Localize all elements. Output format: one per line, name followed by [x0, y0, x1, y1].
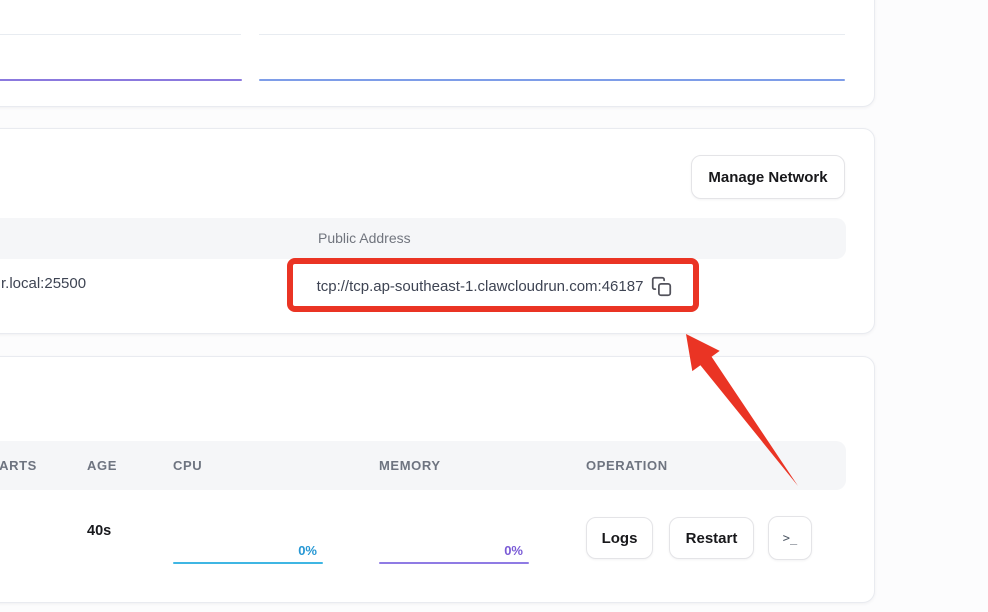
manage-network-button[interactable]: Manage Network	[691, 155, 845, 199]
chart-gridline	[0, 34, 241, 35]
terminal-button[interactable]: >_	[768, 516, 812, 560]
pod-age-value: 40s	[87, 523, 111, 539]
cpu-percent-label: 0%	[173, 543, 323, 559]
public-address-column-header: Public Address	[318, 218, 411, 259]
chart-gridline	[259, 34, 845, 35]
cpu-usage-gauge: 0%	[173, 543, 323, 564]
logs-button[interactable]: Logs	[586, 517, 653, 559]
restart-button[interactable]: Restart	[669, 517, 754, 559]
memory-percent-label: 0%	[379, 543, 529, 559]
chart-line-right	[259, 79, 845, 81]
column-header-restarts: RESTARTS	[0, 441, 37, 490]
public-address-text: tcp://tcp.ap-southeast-1.clawcloudrun.co…	[317, 278, 644, 295]
metrics-card	[0, 0, 875, 107]
network-table-header: Public Address	[0, 218, 846, 259]
chart-line-left	[0, 79, 242, 81]
column-header-cpu: CPU	[173, 441, 202, 490]
private-address-text: r.local:25500	[1, 275, 86, 292]
public-address-cell: tcp://tcp.ap-southeast-1.clawcloudrun.co…	[288, 269, 701, 303]
network-card: Manage Network Public Address r.local:25…	[0, 128, 875, 334]
cpu-usage-bar	[173, 562, 323, 564]
column-header-operation: OPERATION	[586, 441, 668, 490]
pods-card: RESTARTS AGE CPU MEMORY OPERATION 40s 0%…	[0, 356, 875, 603]
copy-icon[interactable]	[651, 276, 672, 297]
column-header-age: AGE	[87, 441, 117, 490]
memory-usage-bar	[379, 562, 529, 564]
memory-usage-gauge: 0%	[379, 543, 529, 564]
pods-table-header: RESTARTS AGE CPU MEMORY OPERATION	[0, 441, 846, 490]
column-header-memory: MEMORY	[379, 441, 441, 490]
